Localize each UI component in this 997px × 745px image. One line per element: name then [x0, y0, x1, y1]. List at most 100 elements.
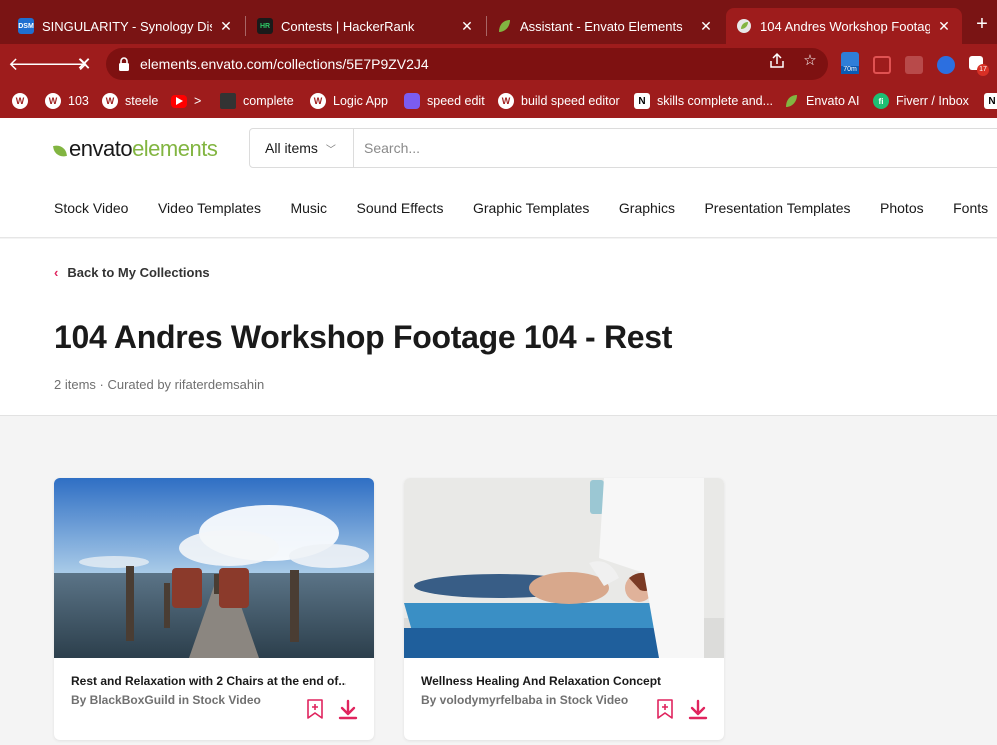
nav-video-templates[interactable]: Video Templates: [158, 200, 261, 216]
item-card[interactable]: Rest and Relaxation with 2 Chairs at the…: [54, 478, 374, 740]
download-icon[interactable]: [338, 699, 358, 721]
collection-header: ‹ Back to My Collections 104 Andres Work…: [0, 239, 997, 416]
tab-synology[interactable]: DSM SINGULARITY - Synology DiskStation ✕: [8, 8, 244, 44]
forward-button[interactable]: 🡒: [40, 52, 88, 76]
notion-icon: N: [984, 93, 997, 109]
bookmark-label: 103: [68, 94, 89, 108]
back-button[interactable]: 🡐: [8, 52, 56, 76]
item-byline: By BlackBoxGuild in Stock Video: [71, 693, 261, 707]
bookmark-label: speed edit: [427, 94, 485, 108]
close-icon[interactable]: ✕: [459, 18, 475, 34]
extension-frame-icon[interactable]: [873, 56, 891, 74]
nav-sound-effects[interactable]: Sound Effects: [357, 200, 444, 216]
envato-icon: [736, 18, 752, 34]
nav-fonts[interactable]: Fonts: [953, 200, 988, 216]
browser-tab-strip: DSM SINGULARITY - Synology DiskStation ✕…: [0, 0, 997, 44]
tab-active-collection[interactable]: 104 Andres Workshop Footage 104 - Rest ✕: [726, 8, 962, 44]
bookmark-item[interactable]: speed edit: [404, 91, 485, 111]
search-scope-dropdown[interactable]: All items ﹀: [250, 129, 354, 167]
bookmark-item[interactable]: complete: [220, 91, 294, 111]
bookmark-item[interactable]: W 103: [45, 91, 89, 111]
item-title[interactable]: Wellness Healing And Relaxation Concept: [421, 674, 696, 688]
extension-badge: 70m: [841, 66, 859, 74]
item-thumbnail[interactable]: [54, 478, 374, 658]
bookmark-label: Logic App: [333, 94, 388, 108]
envato-icon: [783, 93, 799, 109]
stop-button[interactable]: ✕: [72, 52, 96, 76]
wordpress-icon: W: [498, 93, 514, 109]
collection-meta: 2 items · Curated by rifaterdemsahin: [54, 377, 265, 392]
bookmark-item[interactable]: N skills complete and...: [634, 91, 773, 111]
search-input[interactable]: [354, 129, 997, 167]
bookmark-item[interactable]: W build speed editor: [498, 91, 620, 111]
nav-graphic-templates[interactable]: Graphic Templates: [473, 200, 589, 216]
close-icon[interactable]: ✕: [936, 18, 952, 34]
back-to-collections-link[interactable]: ‹ Back to My Collections: [54, 265, 210, 280]
share-icon[interactable]: [768, 52, 786, 70]
bookmark-item[interactable]: Envato AI: [783, 91, 860, 111]
item-thumbnail[interactable]: [404, 478, 724, 658]
bookmark-item[interactable]: W steele: [102, 91, 158, 111]
item-card[interactable]: Wellness Healing And Relaxation Concept …: [404, 478, 724, 740]
close-icon[interactable]: ✕: [218, 18, 234, 34]
tab-title: Contests | HackerRank: [281, 18, 415, 34]
bookmark-item[interactable]: >: [171, 91, 201, 111]
notion-icon: N: [634, 93, 650, 109]
nav-photos[interactable]: Photos: [880, 200, 924, 216]
address-bar[interactable]: elements.envato.com/collections/5E7P9ZV2…: [106, 48, 828, 80]
bookmark-item[interactable]: fi Fiverr / Inbox: [873, 91, 969, 111]
url-text: elements.envato.com/collections/5E7P9ZV2…: [140, 56, 429, 72]
bookmark-add-icon[interactable]: [306, 698, 324, 720]
bookmark-label: build speed editor: [521, 94, 620, 108]
nav-music[interactable]: Music: [290, 200, 327, 216]
youtube-icon: [171, 94, 187, 108]
close-icon[interactable]: ✕: [698, 18, 714, 34]
bookmark-label: skills complete and...: [657, 94, 774, 108]
wordpress-icon: W: [45, 93, 61, 109]
fiverr-icon: fi: [873, 93, 889, 109]
chevron-down-icon: ﹀: [325, 144, 336, 156]
extension-timer-icon[interactable]: 70m: [841, 52, 859, 74]
site-header: envato elements All items ﹀ Stock Video …: [0, 118, 997, 238]
star-icon[interactable]: ☆: [801, 52, 819, 70]
envato-leaf-icon: [53, 144, 67, 158]
extension-camera-icon[interactable]: [905, 56, 923, 74]
bookmark-label: >: [194, 94, 202, 108]
envato-elements-logo[interactable]: envato elements: [53, 136, 218, 162]
search-bar: All items ﹀: [249, 128, 997, 168]
tab-separator: [245, 16, 246, 36]
bookmark-item[interactable]: W Logic App: [310, 91, 388, 111]
logo-text-envato: envato: [69, 136, 133, 161]
lock-icon: [118, 57, 130, 71]
new-tab-button[interactable]: +: [972, 14, 992, 34]
bookmarks-bar: W W 103 W steele > complete W Logic App …: [0, 84, 997, 118]
wordpress-icon: W: [102, 93, 118, 109]
wordpress-icon: W: [12, 93, 28, 109]
nav-graphics[interactable]: Graphics: [619, 200, 675, 216]
film-icon: [220, 93, 236, 109]
download-icon[interactable]: [688, 699, 708, 721]
tab-envato-assistant[interactable]: Assistant - Envato Elements ✕: [486, 8, 724, 44]
nav-presentation-templates[interactable]: Presentation Templates: [704, 200, 850, 216]
bookmark-label: Envato AI: [806, 94, 860, 108]
category-nav: Stock Video Video Templates Music Sound …: [54, 200, 997, 216]
bookmark-add-icon[interactable]: [656, 698, 674, 720]
search-scope-label: All items: [265, 140, 318, 156]
brain-icon: [404, 93, 420, 109]
hackerrank-icon: HR: [257, 18, 273, 34]
tab-hackerrank[interactable]: HR Contests | HackerRank ✕: [247, 8, 485, 44]
bookmark-item[interactable]: N: [984, 91, 997, 111]
synology-icon: DSM: [18, 18, 34, 34]
bookmark-label: complete: [243, 94, 294, 108]
tab-title: Assistant - Envato Elements: [520, 18, 683, 34]
nav-stock-video[interactable]: Stock Video: [54, 200, 128, 216]
page-title: 104 Andres Workshop Footage 104 - Rest: [54, 319, 673, 355]
item-title[interactable]: Rest and Relaxation with 2 Chairs at the…: [71, 674, 346, 688]
tab-title: 104 Andres Workshop Footage 104 - Rest: [760, 18, 930, 34]
extensions-puzzle-icon[interactable]: 17: [969, 56, 989, 76]
extension-c-icon[interactable]: [937, 56, 955, 74]
chevron-left-icon: ‹: [54, 265, 59, 280]
bookmark-label: Fiverr / Inbox: [896, 94, 969, 108]
logo-text-elements: elements: [132, 136, 218, 161]
bookmark-item[interactable]: W: [12, 91, 35, 111]
